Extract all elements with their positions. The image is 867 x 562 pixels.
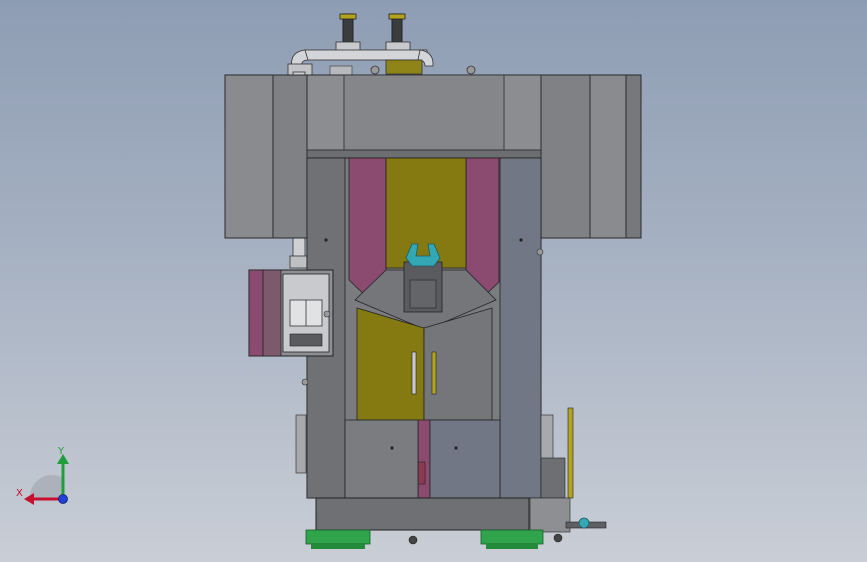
bolt-mark	[324, 238, 328, 242]
cabinet-latch[interactable]	[323, 310, 331, 318]
center-top-inner	[343, 74, 505, 156]
body-right-column	[499, 157, 542, 499]
top-bolt-right	[466, 65, 476, 75]
inner-plate	[409, 279, 437, 309]
foot-left	[305, 529, 371, 545]
top-bolt-left	[370, 65, 380, 75]
door-handle-right[interactable]	[431, 351, 437, 395]
y-axis-label: Y	[57, 446, 65, 457]
lower-panel-right	[429, 419, 501, 499]
exhaust-cap-left	[339, 13, 357, 20]
lower-panel-left	[344, 419, 419, 499]
caster-center	[408, 535, 418, 545]
x-axis-label: X	[16, 488, 23, 499]
cad-viewport[interactable]: Y X	[0, 0, 867, 562]
bolt-mark	[390, 446, 394, 450]
cabinet-vent	[289, 333, 323, 347]
right-wing-edge	[625, 74, 642, 239]
bolt-mark	[454, 446, 458, 450]
triad-sector	[29, 474, 63, 499]
foot-right	[480, 529, 544, 545]
foot-right-bottom	[486, 544, 538, 549]
drain-valve	[578, 517, 590, 529]
main-body	[301, 157, 544, 499]
base	[305, 497, 544, 549]
top-bracket	[385, 59, 423, 75]
bolt-mark	[519, 238, 523, 242]
door-handle-left[interactable]	[411, 351, 417, 395]
side-box	[540, 457, 566, 499]
base-frame	[315, 497, 530, 531]
caster	[553, 533, 563, 543]
pump-housing	[529, 497, 571, 533]
level-gauge	[567, 407, 574, 499]
cabinet-hinge-side	[248, 269, 264, 357]
x-arrowhead	[24, 493, 34, 505]
electrical-cabinet[interactable]	[248, 269, 334, 357]
manifold-pipe	[304, 49, 428, 61]
exhaust-cap-right	[388, 13, 406, 20]
machine-assembly-view[interactable]: Y X	[0, 0, 867, 562]
side-knob	[536, 248, 544, 256]
foot-left-bottom	[311, 544, 365, 549]
coordinate-triad: Y X	[16, 446, 69, 505]
left-side-pipe	[295, 414, 307, 474]
center-chute	[385, 157, 467, 269]
cabinet-side	[262, 269, 282, 357]
z-axis-point	[58, 494, 68, 504]
left-wing-panel	[224, 74, 274, 239]
side-knob	[301, 378, 309, 386]
riser-flange	[289, 255, 309, 269]
center-strip	[417, 419, 431, 499]
